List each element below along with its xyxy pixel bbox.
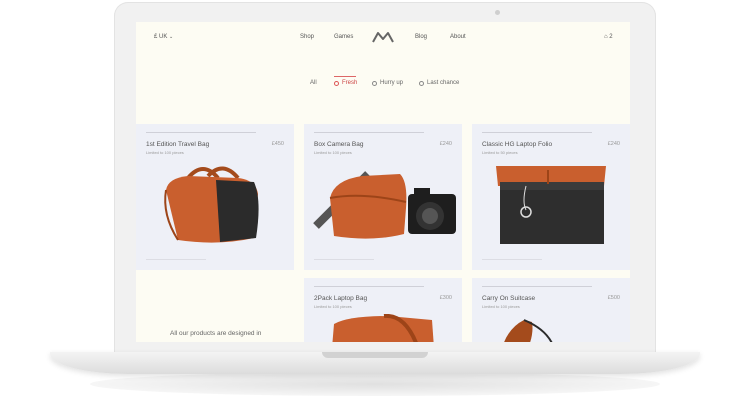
product-subtitle: Limited to 50 pieces [482,150,518,155]
active-filter-indicator [334,76,356,77]
filter-fresh[interactable]: Fresh [334,80,357,86]
product-subtitle: Limited to 100 pieces [314,150,352,155]
laptop-screen: £ UK ⌄ Shop Games Blog About ⌂ 2 All Fre… [136,22,630,342]
about-block: All our products are designed in [136,278,294,342]
laptop-bag-image [332,314,434,342]
product-subtitle: Limited to 100 pieces [314,304,352,309]
card-footer-line [314,259,374,260]
product-card-camera-bag[interactable]: Box Camera Bag Limited to 100 pieces £24… [304,124,462,270]
laptop-notch [322,352,428,358]
product-title: Carry On Suitcase [482,295,536,302]
cart-count: 2 [609,34,613,40]
about-text: All our products are designed in [170,330,262,337]
product-price: £240 [439,141,452,147]
chevron-down-icon: ⌄ [169,34,174,40]
laptop-folio-image [496,166,606,244]
currency-selector[interactable]: £ UK ⌄ [154,34,173,40]
product-price: £450 [271,141,284,147]
filter-last-label: Last chance [427,80,460,86]
currency-label: £ UK [154,34,168,40]
product-card-travel-bag[interactable]: 1st Edition Travel Bag Limited to 100 pi… [136,124,294,270]
hurry-dot-icon [372,80,377,86]
product-price: £300 [439,295,452,301]
bag-icon: ⌂ [604,34,608,40]
nav-shop[interactable]: Shop [300,34,314,40]
product-price: £240 [607,141,620,147]
product-title: Box Camera Bag [314,141,364,148]
filter-all[interactable]: All [310,80,317,86]
filter-fresh-label: Fresh [342,80,358,86]
card-footer-line [482,259,542,260]
nav-about[interactable]: About [450,34,466,40]
webcam [495,10,500,15]
filter-hurry-up[interactable]: Hurry up [372,80,403,86]
product-card-carry-on-suitcase[interactable]: Carry On Suitcase Limited to 100 pieces … [472,278,630,342]
card-divider [482,132,592,133]
nav-games[interactable]: Games [334,34,353,40]
top-navigation: £ UK ⌄ Shop Games Blog About ⌂ 2 [136,22,630,56]
fresh-dot-icon [334,80,339,86]
product-subtitle: Limited to 100 pieces [146,150,184,155]
product-subtitle: Limited to 100 pieces [482,304,520,309]
card-divider [146,132,256,133]
filter-hurry-label: Hurry up [380,80,404,86]
laptop-shadow [90,372,660,396]
card-divider [314,286,424,287]
brand-logo-icon[interactable] [372,31,394,43]
card-divider [314,132,424,133]
product-title: Classic HG Laptop Folio [482,141,553,148]
filter-all-label: All [310,80,317,86]
product-title: 2Pack Laptop Bag [314,295,368,302]
product-card-laptop-folio[interactable]: Classic HG Laptop Folio Limited to 50 pi… [472,124,630,270]
filter-last-chance[interactable]: Last chance [419,80,459,86]
card-divider [482,286,592,287]
product-card-2pack-laptop-bag[interactable]: 2Pack Laptop Bag Limited to 100 pieces £… [304,278,462,342]
filter-bar: All Fresh Hurry up Last chance [136,76,630,96]
card-footer-line [146,259,206,260]
camera-bag-image [313,171,456,239]
nav-blog[interactable]: Blog [415,34,427,40]
product-title: 1st Edition Travel Bag [146,141,210,148]
travel-bag-image [164,166,259,243]
suitcase-image [504,319,553,342]
last-chance-dot-icon [419,80,424,86]
product-price: £500 [607,295,620,301]
cart-button[interactable]: ⌂ 2 [604,34,613,40]
